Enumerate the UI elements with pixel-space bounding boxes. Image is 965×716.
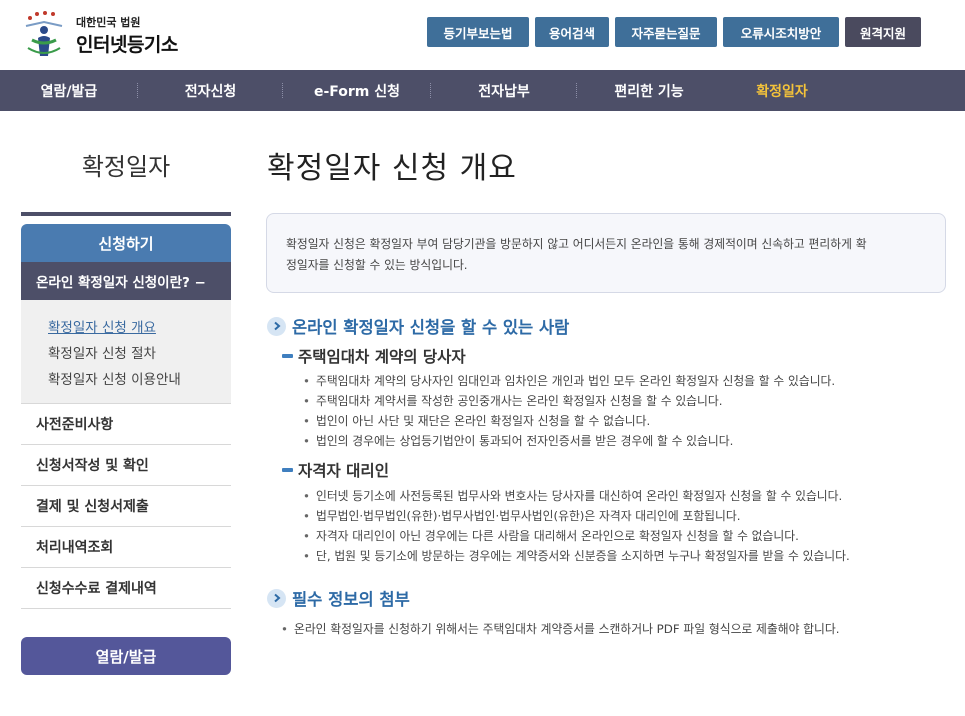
list-item: 자격자 대리인이 아닌 경우에는 다른 사람을 대리해서 온라인으로 확정일자 … bbox=[303, 527, 799, 544]
sidebar-item-fee-history[interactable]: 신청수수료 결제내역 bbox=[21, 568, 231, 609]
section-required-attachment: 필수 정보의 첨부 bbox=[267, 586, 410, 610]
nav-convenience[interactable]: 편리한 기능 bbox=[577, 70, 721, 111]
nav-label: e-Form 신청 bbox=[313, 83, 401, 100]
subsection-agent: 자격자 대리인 bbox=[282, 459, 389, 481]
list-item: 인터넷 등기소에 사전등록된 법무사와 변호사는 당사자를 대신하여 온라인 확… bbox=[303, 487, 842, 504]
nav-label: 열람/발급 bbox=[40, 83, 98, 100]
sidebar-item-history[interactable]: 처리내역조회 bbox=[21, 527, 231, 568]
sidebar-item-form-write[interactable]: 신청서작성 및 확인 bbox=[21, 445, 231, 486]
subsection-title: 주택임대차 계약의 당사자 bbox=[298, 348, 466, 366]
site-header: 대한민국 법원 인터넷등기소 등기부보는법 용어검색 자주묻는질문 오류시조치방… bbox=[0, 0, 965, 70]
list-item: 법인의 경우에는 상업등기법안이 통과되어 전자인증서를 받은 경우에 할 수 … bbox=[303, 432, 733, 449]
sidebar-subitem-guide[interactable]: 확정일자 신청 이용안내 bbox=[48, 368, 181, 388]
nav-eform[interactable]: e-Form 신청 bbox=[283, 70, 431, 111]
error-guide-button[interactable]: 오류시조치방안 bbox=[723, 17, 839, 47]
section-who-can-apply: 온라인 확정일자 신청을 할 수 있는 사람 bbox=[267, 314, 569, 338]
intro-text-line2: 정일자를 신청할 수 있는 방식입니다. bbox=[286, 258, 468, 272]
list-item: 법무법인·법무법인(유한)·법무사법인·법무사법인(유한)은 자격자 대리인에 … bbox=[303, 507, 741, 524]
sidebar-item-preparation[interactable]: 사전준비사항 bbox=[21, 404, 231, 445]
logo-subtitle: 대한민국 법원 bbox=[76, 16, 141, 29]
sidebar-apply-header[interactable]: 신청하기 bbox=[21, 224, 231, 262]
list-item: 법인이 아닌 사단 및 재단은 온라인 확정일자 신청을 할 수 없습니다. bbox=[303, 412, 650, 429]
intro-box: 확정일자 신청은 확정일자 부여 담당기관을 방문하지 않고 어디서든지 온라인… bbox=[266, 213, 946, 293]
sidebar-submenu: 확정일자 신청 개요 확정일자 신청 절차 확정일자 신청 이용안내 bbox=[21, 300, 231, 404]
sidebar-subitem-procedure[interactable]: 확정일자 신청 절차 bbox=[48, 342, 156, 362]
court-emblem-icon bbox=[25, 11, 63, 56]
sidebar-title: 확정일자 bbox=[81, 153, 171, 181]
faq-button[interactable]: 자주묻는질문 bbox=[615, 17, 717, 47]
nav-e-application[interactable]: 전자신청 bbox=[138, 70, 283, 111]
chevron-right-icon bbox=[267, 588, 286, 608]
top-utility-buttons: 등기부보는법 용어검색 자주묻는질문 오류시조치방안 원격지원 bbox=[427, 17, 921, 47]
main-navigation: 열람/발급 전자신청 e-Form 신청 전자납부 편리한 기능 확정일자 bbox=[0, 70, 965, 111]
sidebar-item-payment-submit[interactable]: 결제 및 신청서제출 bbox=[21, 486, 231, 527]
subsection-bar-icon bbox=[282, 468, 293, 472]
nav-view-issue[interactable]: 열람/발급 bbox=[0, 70, 138, 111]
subsection-parties: 주택임대차 계약의 당사자 bbox=[282, 345, 466, 367]
nav-label: 확정일자 bbox=[756, 83, 808, 100]
list-item: 주택임대차 계약의 당사자인 임대인과 임차인은 개인과 법인 모두 온라인 확… bbox=[303, 372, 835, 389]
sidebar-divider bbox=[21, 212, 231, 216]
list-item: 단, 법원 및 등기소에 방문하는 경우에는 계약증서와 신분증을 소지하면 누… bbox=[303, 547, 850, 564]
list-item: 온라인 확정일자를 신청하기 위해서는 주택임대차 계약증서를 스캔하거나 PD… bbox=[281, 620, 840, 637]
subsection-title: 자격자 대리인 bbox=[298, 462, 389, 480]
sidebar-subitem-overview[interactable]: 확정일자 신청 개요 bbox=[48, 316, 156, 336]
nav-label: 전자신청 bbox=[184, 83, 237, 100]
subsection-bar-icon bbox=[282, 354, 293, 358]
nav-fixed-date[interactable]: 확정일자 bbox=[721, 70, 843, 111]
nav-label: 전자납부 bbox=[478, 83, 530, 100]
sidebar-view-issue-button[interactable]: 열람/발급 bbox=[21, 637, 231, 675]
section-title: 온라인 확정일자 신청을 할 수 있는 사람 bbox=[292, 318, 570, 337]
page-title: 확정일자 신청 개요 bbox=[267, 151, 517, 186]
list-item: 주택임대차 계약서를 작성한 공인중개사는 온라인 확정일자 신청을 할 수 있… bbox=[303, 392, 723, 409]
intro-text-line1: 확정일자 신청은 확정일자 부여 담당기관을 방문하지 않고 어디서든지 온라인… bbox=[286, 237, 867, 251]
section-title: 필수 정보의 첨부 bbox=[292, 590, 410, 609]
site-logo[interactable]: 대한민국 법원 인터넷등기소 bbox=[18, 6, 188, 62]
sidebar-item-online-intro[interactable]: 온라인 확정일자 신청이란? − bbox=[21, 262, 231, 300]
term-search-button[interactable]: 용어검색 bbox=[535, 17, 609, 47]
nav-label: 편리한 기능 bbox=[614, 83, 684, 100]
logo-title: 인터넷등기소 bbox=[76, 34, 178, 56]
chevron-right-icon bbox=[267, 316, 286, 336]
remote-support-button[interactable]: 원격지원 bbox=[845, 17, 921, 47]
registry-guide-button[interactable]: 등기부보는법 bbox=[427, 17, 529, 47]
nav-e-payment[interactable]: 전자납부 bbox=[431, 70, 577, 111]
